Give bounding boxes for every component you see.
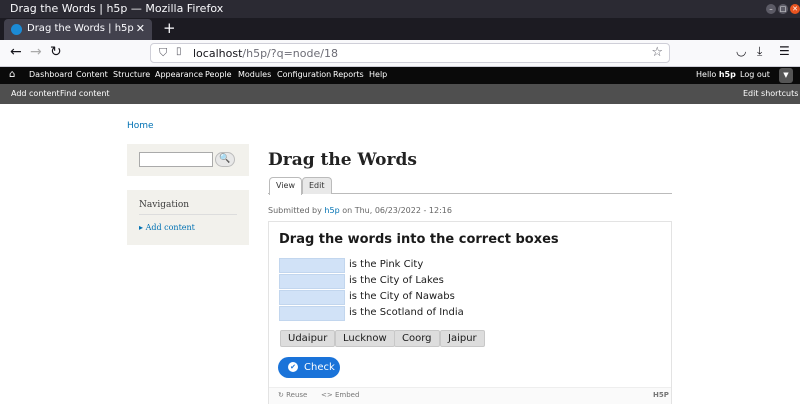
search-input[interactable] xyxy=(139,152,213,167)
toolbar-appearance[interactable]: Appearance xyxy=(155,70,203,79)
draggable-word-coorg[interactable]: Coorg xyxy=(394,330,440,347)
reload-icon[interactable]: ↻ xyxy=(50,44,62,60)
check-icon: ✔ xyxy=(288,362,298,372)
embed-icon: <> xyxy=(321,391,335,399)
sentence-row: is the Pink City xyxy=(279,258,579,273)
toolbar-modules[interactable]: Modules xyxy=(238,70,271,79)
shortcuts-bar: Add content Find content Edit shortcuts xyxy=(0,84,800,104)
window-title: Drag the Words | h5p — Mozilla Firefox xyxy=(10,2,224,15)
forward-icon[interactable]: → xyxy=(30,44,42,60)
toolbar-configuration[interactable]: Configuration xyxy=(277,70,331,79)
url-text[interactable]: localhost/h5p/?q=node/18 xyxy=(193,47,338,60)
reuse-button[interactable]: ↻ Reuse xyxy=(278,391,307,399)
drupal-favicon-icon xyxy=(11,24,22,35)
drop-zone[interactable] xyxy=(279,306,345,321)
page-tabs: View Edit xyxy=(268,176,672,195)
maximize-icon[interactable]: □ xyxy=(778,4,788,14)
shortcut-add-content[interactable]: Add content xyxy=(11,89,60,98)
logout-link[interactable]: Log out xyxy=(740,70,770,79)
browser-tab[interactable]: Drag the Words | h5p ✕ xyxy=(4,19,152,40)
task-description: Drag the words into the correct boxes xyxy=(279,232,559,247)
tab-title: Drag the Words | h5p xyxy=(27,23,134,34)
home-icon[interactable]: ⌂ xyxy=(9,69,15,80)
search-button[interactable]: 🔍 xyxy=(215,152,235,167)
shortcut-find-content[interactable]: Find content xyxy=(60,89,110,98)
close-window-icon[interactable]: ✕ xyxy=(790,4,800,14)
shield-icon[interactable]: ⛉ xyxy=(159,46,167,60)
pocket-icon[interactable]: ◡ xyxy=(736,44,746,58)
back-icon[interactable]: ← xyxy=(10,44,22,60)
admin-toolbar: ⌂ Dashboard Content Structure Appearance… xyxy=(0,67,800,84)
toolbar-reports[interactable]: Reports xyxy=(333,70,364,79)
tab-close-icon[interactable]: ✕ xyxy=(136,22,145,35)
author-link[interactable]: h5p xyxy=(324,206,339,215)
drop-zone[interactable] xyxy=(279,290,345,305)
edit-shortcuts-link[interactable]: Edit shortcuts xyxy=(743,89,798,98)
toolbar-help[interactable]: Help xyxy=(369,70,387,79)
bookmark-star-icon[interactable]: ☆ xyxy=(651,45,663,60)
new-tab-icon[interactable]: + xyxy=(163,19,176,37)
page-info-icon[interactable]: ▯ xyxy=(176,46,182,57)
sentence-text: is the Pink City xyxy=(349,259,424,270)
drop-zone[interactable] xyxy=(279,258,345,273)
toolbar-toggle-icon[interactable]: ▼ xyxy=(779,68,793,83)
toolbar-structure[interactable]: Structure xyxy=(113,70,150,79)
h5p-logo[interactable]: H5P xyxy=(653,391,669,399)
sentence-row: is the City of Nawabs xyxy=(279,290,579,305)
navigation-block: Navigation ▸ Add content xyxy=(127,190,249,245)
downloads-icon[interactable]: ⤓ xyxy=(757,44,762,59)
toolbar-people[interactable]: People xyxy=(205,70,232,79)
toolbar-content[interactable]: Content xyxy=(76,70,108,79)
draggable-word-udaipur[interactable]: Udaipur xyxy=(280,330,336,347)
drop-zone[interactable] xyxy=(279,274,345,289)
sentence-row: is the City of Lakes xyxy=(279,274,579,289)
sentence-text: is the Scotland of India xyxy=(349,307,464,318)
reuse-icon: ↻ xyxy=(278,391,287,399)
search-icon: 🔍 xyxy=(219,154,231,164)
draggable-word-lucknow[interactable]: Lucknow xyxy=(335,330,395,347)
check-label: Check xyxy=(304,362,335,373)
sentence-text: is the City of Nawabs xyxy=(349,291,455,302)
nav-link-add-content[interactable]: ▸ Add content xyxy=(139,223,195,232)
tab-view[interactable]: View xyxy=(269,177,302,195)
breadcrumb-home[interactable]: Home xyxy=(127,121,154,131)
minimize-icon[interactable]: – xyxy=(766,4,776,14)
window-titlebar: Drag the Words | h5p — Mozilla Firefox –… xyxy=(0,0,800,18)
check-button[interactable]: ✔ Check xyxy=(278,357,340,378)
page-title: Drag the Words xyxy=(268,150,417,170)
h5p-footer: ↻ Reuse <> Embed H5P xyxy=(269,387,671,404)
tab-edit[interactable]: Edit xyxy=(302,177,332,194)
sentence-text: is the City of Lakes xyxy=(349,275,444,286)
h5p-content: Drag the words into the correct boxes is… xyxy=(268,221,672,404)
embed-button[interactable]: <> Embed xyxy=(321,391,359,399)
search-block: 🔍 xyxy=(127,144,249,176)
navigation-divider xyxy=(139,214,237,215)
hello-user: Hello h5p xyxy=(696,70,736,79)
tab-strip: Drag the Words | h5p ✕ + xyxy=(0,18,800,40)
url-bar[interactable]: ⛉ ▯ localhost/h5p/?q=node/18 ☆ xyxy=(150,43,670,63)
toolbar-dashboard[interactable]: Dashboard xyxy=(29,70,72,79)
sentence-row: is the Scotland of India xyxy=(279,306,579,321)
navigation-title: Navigation xyxy=(139,200,190,210)
navigation-toolbar: ← → ↻ ⛉ ▯ localhost/h5p/?q=node/18 ☆ ◡ ⤓… xyxy=(0,40,800,67)
menu-icon[interactable]: ☰ xyxy=(779,44,790,58)
draggable-word-jaipur[interactable]: Jaipur xyxy=(440,330,485,347)
submitted-info: Submitted by h5p on Thu, 06/23/2022 - 12… xyxy=(268,206,452,215)
